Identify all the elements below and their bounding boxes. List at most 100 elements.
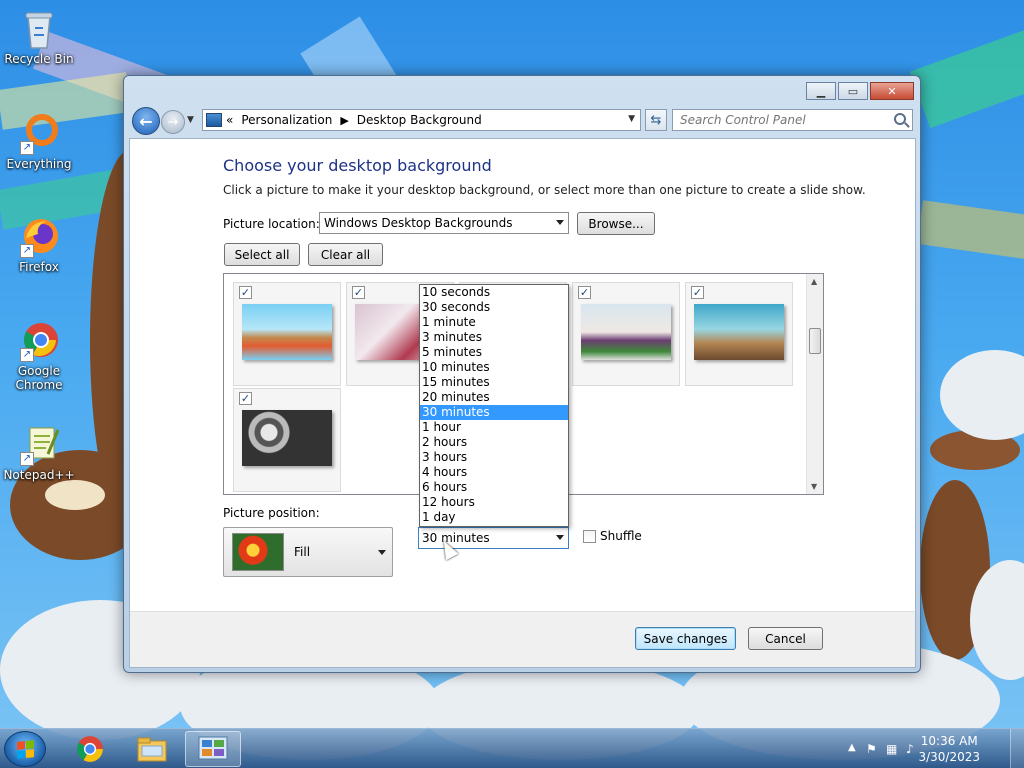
desktop-background-window: ▁ ▭ ✕ ← → ▼ « Personalization ▶ Desktop … <box>123 75 921 673</box>
interval-option[interactable]: 6 hours <box>420 480 568 495</box>
wallpaper-image <box>694 304 784 360</box>
breadcrumb-item-personalization[interactable]: Personalization <box>241 113 332 127</box>
address-bar[interactable]: « Personalization ▶ Desktop Background ▼ <box>202 109 641 131</box>
close-button[interactable]: ✕ <box>870 82 914 100</box>
interval-option[interactable]: 1 hour <box>420 420 568 435</box>
interval-option[interactable]: 12 hours <box>420 495 568 510</box>
shuffle-label: Shuffle <box>600 529 642 543</box>
arrow-right-icon: → <box>167 114 179 130</box>
interval-option[interactable]: 30 seconds <box>420 300 568 315</box>
desktop-icon-google-chrome[interactable]: ↗ Google Chrome <box>0 320 78 392</box>
checkbox-box[interactable] <box>583 529 596 543</box>
scrollbar-thumb[interactable] <box>809 328 821 354</box>
picture-location-value: Windows Desktop Backgrounds <box>324 216 513 230</box>
clock-date: 3/30/2023 <box>918 750 980 764</box>
select-all-button[interactable]: Select all <box>224 243 300 266</box>
interval-option[interactable]: 3 hours <box>420 450 568 465</box>
breadcrumb-separator-icon[interactable]: ▶ <box>340 114 348 127</box>
content-area: Choose your desktop background Click a p… <box>129 138 916 668</box>
wallpaper-image <box>242 304 332 360</box>
clock-time: 10:36 AM <box>920 734 978 748</box>
interval-option[interactable]: 1 day <box>420 510 568 525</box>
taskbar-chrome-button[interactable] <box>62 731 118 767</box>
desktop-icon-label: Recycle Bin <box>4 52 74 66</box>
recycle-bin-icon <box>18 8 60 50</box>
scroll-up-icon[interactable]: ▲ <box>811 277 817 286</box>
interval-option[interactable]: 20 minutes <box>420 390 568 405</box>
gallery-scrollbar[interactable]: ▲ ▼ <box>806 274 823 494</box>
chrome-icon <box>77 736 103 762</box>
taskbar: ▲ ⚑ ▦ ♪ 10:36 AM 3/30/2023 <box>0 728 1024 768</box>
wallpaper-turtle-spot <box>45 480 105 510</box>
shortcut-arrow-icon: ↗ <box>20 452 34 466</box>
close-icon: ✕ <box>887 84 897 98</box>
chevron-down-icon <box>556 220 564 225</box>
thumbnail-checkbox[interactable]: ✓ <box>578 286 591 299</box>
refresh-button[interactable]: ⇆ <box>645 109 667 131</box>
recent-pages-button[interactable]: ▼ <box>187 115 194 125</box>
system-tray: ▲ ⚑ ▦ ♪ 10:36 AM 3/30/2023 <box>844 729 1024 768</box>
chevron-down-icon <box>378 550 386 555</box>
interval-option[interactable]: 10 minutes <box>420 360 568 375</box>
minimize-button[interactable]: ▁ <box>806 82 836 100</box>
clear-all-button[interactable]: Clear all <box>308 243 383 266</box>
browse-button[interactable]: Browse... <box>577 212 655 235</box>
desktop-icon-firefox[interactable]: ↗ Firefox <box>0 216 78 274</box>
shortcut-arrow-icon: ↗ <box>20 244 34 258</box>
start-button[interactable] <box>4 731 46 767</box>
wallpaper-ray <box>909 0 1024 129</box>
shortcut-arrow-icon: ↗ <box>20 348 34 362</box>
wallpaper-thumbnail[interactable]: ✓ <box>685 282 793 386</box>
picture-position-select[interactable]: Fill <box>223 527 393 577</box>
thumbnail-checkbox[interactable]: ✓ <box>239 286 252 299</box>
interval-option[interactable]: 5 minutes <box>420 345 568 360</box>
network-icon[interactable]: ▦ <box>886 742 897 756</box>
action-center-icon[interactable]: ⚑ <box>866 742 877 756</box>
wallpaper-image <box>242 410 332 466</box>
maximize-icon: ▭ <box>847 84 859 98</box>
interval-option[interactable]: 10 seconds <box>420 285 568 300</box>
interval-option[interactable]: 15 minutes <box>420 375 568 390</box>
save-changes-button[interactable]: Save changes <box>635 627 736 650</box>
clock[interactable]: 10:36 AM 3/30/2023 <box>918 733 980 765</box>
breadcrumb-item-desktop-background[interactable]: Desktop Background <box>357 113 482 127</box>
interval-option[interactable]: 3 minutes <box>420 330 568 345</box>
wallpaper-thumbnail[interactable]: ✓ <box>233 388 341 492</box>
picture-location-select[interactable]: Windows Desktop Backgrounds <box>319 212 569 234</box>
thumbnail-checkbox[interactable]: ✓ <box>239 392 252 405</box>
back-button[interactable]: ← <box>132 107 160 135</box>
thumbnail-checkbox[interactable]: ✓ <box>352 286 365 299</box>
show-hidden-icons-button[interactable]: ▲ <box>848 742 856 753</box>
control-panel-icon <box>206 113 222 127</box>
wallpaper-thumbnail[interactable]: ✓ <box>572 282 680 386</box>
desktop-icon-recycle-bin[interactable]: Recycle Bin <box>0 8 78 66</box>
interval-option[interactable]: 4 hours <box>420 465 568 480</box>
desktop-icon-label: Notepad++ <box>3 468 75 482</box>
taskbar-control-panel-button[interactable] <box>185 731 241 767</box>
interval-option[interactable]: 30 minutes <box>420 405 568 420</box>
interval-value: 30 minutes <box>422 531 490 545</box>
search-box[interactable] <box>672 109 913 131</box>
address-history-dropdown[interactable]: ▼ <box>628 114 635 124</box>
volume-icon[interactable]: ♪ <box>906 742 914 756</box>
forward-button[interactable]: → <box>161 110 185 134</box>
cancel-button[interactable]: Cancel <box>748 627 823 650</box>
minimize-icon: ▁ <box>816 84 826 98</box>
search-input[interactable] <box>673 110 883 130</box>
search-icon[interactable] <box>894 113 906 125</box>
chevron-down-icon <box>556 535 564 540</box>
desktop-icon-everything[interactable]: ↗ Everything <box>0 113 78 171</box>
desktop-icon-notepad-plus-plus[interactable]: ↗ Notepad++ <box>0 424 78 482</box>
interval-option[interactable]: 1 minute <box>420 315 568 330</box>
scroll-down-icon[interactable]: ▼ <box>811 482 817 491</box>
arrow-left-icon: ← <box>139 111 153 131</box>
taskbar-explorer-button[interactable] <box>124 731 180 767</box>
thumbnail-checkbox[interactable]: ✓ <box>691 286 704 299</box>
interval-option[interactable]: 2 hours <box>420 435 568 450</box>
maximize-button[interactable]: ▭ <box>838 82 868 100</box>
everything-icon: ↗ <box>18 113 60 155</box>
show-desktop-button[interactable] <box>1010 729 1024 768</box>
shuffle-checkbox[interactable]: Shuffle <box>583 529 642 543</box>
breadcrumb-overflow[interactable]: « <box>226 113 233 127</box>
wallpaper-thumbnail[interactable]: ✓ <box>233 282 341 386</box>
